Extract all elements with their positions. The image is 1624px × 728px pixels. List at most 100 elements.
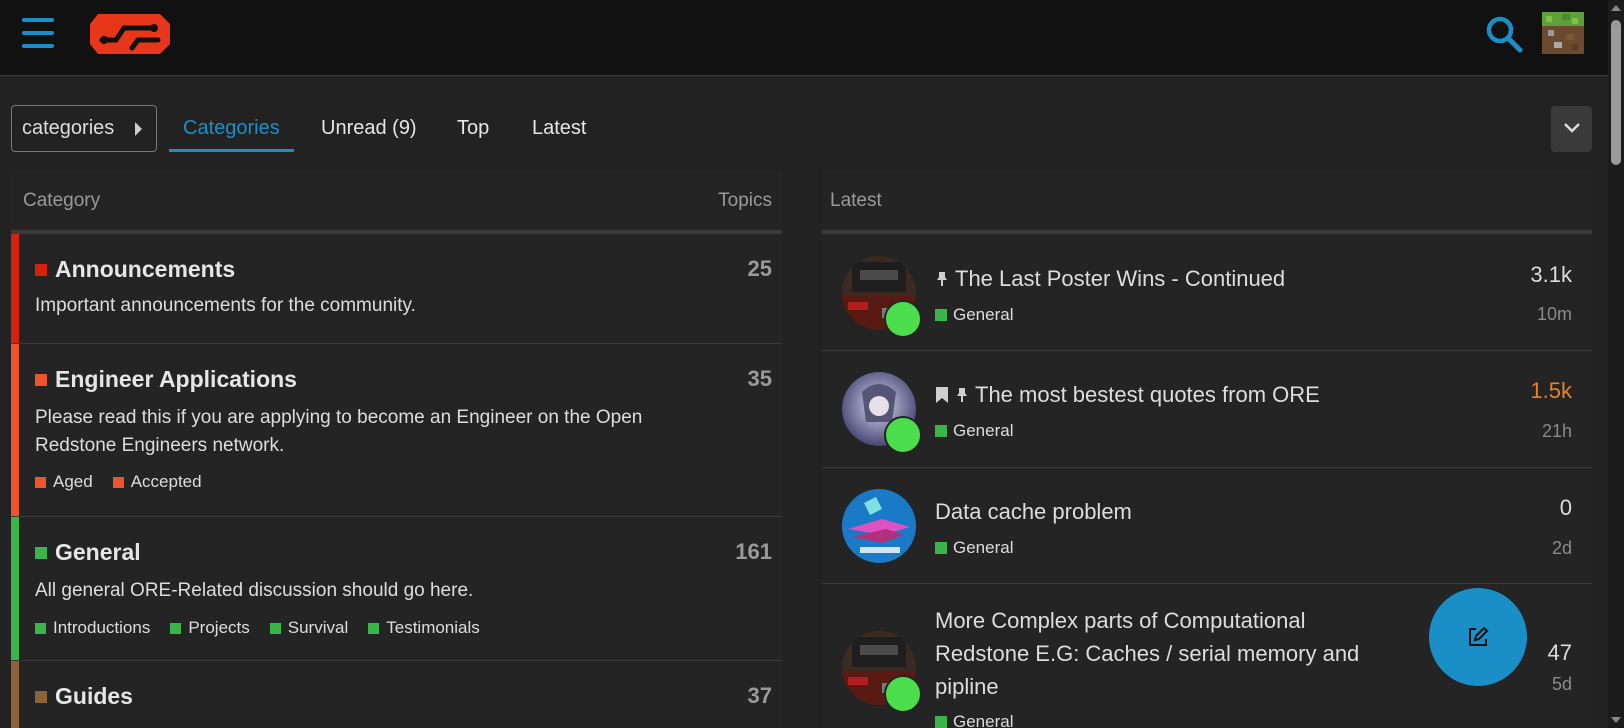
subcategory-aged[interactable]: Aged [35, 472, 93, 492]
chevron-down-icon[interactable] [1551, 106, 1592, 152]
scroll-up-icon[interactable] [1611, 5, 1621, 11]
category-description: Please read this if you are applying to … [35, 407, 643, 456]
topic-post-count[interactable]: 0 [1560, 495, 1572, 521]
subcategory-name: Survival [287, 618, 349, 637]
page-scrollbar[interactable] [1608, 0, 1624, 728]
category-name: Guides [55, 683, 133, 709]
category-link-announcements[interactable]: Announcements [35, 256, 235, 283]
category-name: Engineer Applications [55, 366, 297, 392]
subcategory-name: Testimonials [386, 618, 480, 637]
subcategory-badge [35, 622, 46, 634]
topic-category-name: General [953, 538, 1014, 557]
caret-right-icon [135, 122, 142, 136]
ore-logo-icon[interactable] [88, 10, 172, 58]
tab-top[interactable]: Top [457, 105, 489, 152]
category-link-general[interactable]: General [35, 539, 141, 566]
category-row-engineer-applications: Engineer Applications 35 Please read thi… [11, 344, 782, 517]
subcategory-accepted[interactable]: Accepted [112, 472, 202, 492]
hamburger-icon[interactable] [22, 18, 54, 48]
categories-table: Category Topics Announcements 25 Importa… [11, 170, 782, 728]
online-status-indicator [884, 675, 922, 713]
category-row-announcements: Announcements 25 Important announcements… [11, 234, 782, 344]
topic-title: Data cache problem [935, 499, 1132, 524]
subcategory-name: Projects [188, 618, 250, 637]
category-badge [935, 716, 947, 728]
pinned-icon [937, 271, 947, 286]
pinned-icon [957, 387, 967, 402]
scroll-down-icon[interactable] [1611, 717, 1621, 723]
topic-title-link[interactable]: The most bestest quotes from ORE [935, 378, 1320, 411]
scrollbar-thumb[interactable] [1611, 20, 1621, 165]
topic-category-name: General [953, 421, 1014, 440]
subcategory-list: Introductions Projects Survival Testimon… [35, 618, 480, 638]
bookmark-icon [936, 386, 948, 403]
category-topic-count: 37 [747, 683, 772, 708]
topic-category-link[interactable]: General [935, 712, 1013, 728]
topic-post-count[interactable]: 3.1k [1530, 262, 1572, 288]
online-status-indicator [884, 300, 922, 338]
topic-title: The Last Poster Wins - Continued [955, 266, 1286, 291]
tab-latest[interactable]: Latest [532, 105, 586, 152]
category-link-engineer-applications[interactable]: Engineer Applications [35, 366, 297, 393]
subcategory-projects[interactable]: Projects [170, 618, 250, 638]
column-header-topics[interactable]: Topics [718, 190, 772, 212]
topic-activity-age[interactable]: 5d [1552, 674, 1572, 695]
michigu-logo-avatar[interactable] [842, 489, 916, 563]
topic-row: The most bestest quotes from ORE General… [822, 351, 1592, 468]
subcategory-list: Aged Accepted [35, 472, 202, 492]
subcategory-badge [170, 622, 182, 634]
category-topic-count: 161 [735, 539, 772, 564]
subcategory-name: Aged [53, 472, 93, 491]
category-row-guides: Guides 37 [11, 661, 782, 728]
category-topic-count: 25 [747, 256, 772, 281]
topic-post-count[interactable]: 1.5k [1530, 378, 1572, 404]
topic-category-link[interactable]: General [935, 538, 1013, 558]
category-badge [935, 542, 947, 554]
pencil-square-icon [1469, 626, 1489, 646]
topic-activity-age[interactable]: 21h [1542, 421, 1572, 442]
category-badge [35, 373, 47, 386]
subcategory-badge [368, 622, 380, 634]
search-icon[interactable] [1484, 14, 1524, 54]
subcategory-survival[interactable]: Survival [269, 618, 349, 638]
subcategory-badge [35, 476, 46, 488]
category-topic-count: 35 [747, 366, 772, 391]
categories-dropdown[interactable]: categories [11, 105, 157, 152]
topic-category-name: General [953, 712, 1014, 728]
topic-title-link[interactable]: Data cache problem [935, 495, 1132, 528]
topic-activity-age[interactable]: 2d [1552, 538, 1572, 559]
column-header-category[interactable]: Category [23, 190, 100, 212]
topic-title-link[interactable]: The Last Poster Wins - Continued [935, 262, 1285, 295]
topic-row: The Last Poster Wins - Continued General… [822, 234, 1592, 351]
site-header [0, 0, 1608, 76]
topic-title: More Complex parts of Computational Reds… [935, 608, 1360, 699]
topic-category-link[interactable]: General [935, 421, 1013, 441]
online-status-indicator [884, 416, 922, 454]
category-badge [35, 690, 47, 703]
subcategory-introductions[interactable]: Introductions [35, 618, 150, 638]
topic-activity-age[interactable]: 10m [1537, 304, 1572, 325]
categories-table-header: Category Topics [11, 170, 782, 234]
tab-categories[interactable]: Categories [169, 105, 294, 152]
subcategory-name: Accepted [130, 472, 202, 491]
user-avatar[interactable] [1542, 12, 1584, 54]
category-name: General [55, 539, 141, 565]
subcategory-testimonials[interactable]: Testimonials [368, 618, 480, 638]
category-color-stripe [11, 234, 19, 343]
topic-row: Data cache problem General 0 2d [822, 468, 1592, 584]
topic-category-link[interactable]: General [935, 305, 1013, 325]
tab-unread[interactable]: Unread (9) [321, 105, 417, 152]
categories-dropdown-label: categories [22, 117, 115, 139]
topic-post-count[interactable]: 47 [1548, 640, 1572, 666]
category-color-stripe [11, 517, 19, 660]
subcategory-name: Introductions [53, 618, 151, 637]
subcategory-badge [112, 476, 124, 488]
category-link-guides[interactable]: Guides [35, 683, 133, 710]
category-badge [35, 263, 47, 276]
topic-title: The most bestest quotes from ORE [975, 382, 1320, 407]
new-topic-button[interactable] [1429, 588, 1527, 686]
topic-title-link[interactable]: More Complex parts of Computational Reds… [935, 604, 1405, 703]
column-header-latest[interactable]: Latest [830, 190, 882, 212]
category-color-stripe [11, 344, 19, 516]
subcategory-badge [269, 622, 281, 634]
